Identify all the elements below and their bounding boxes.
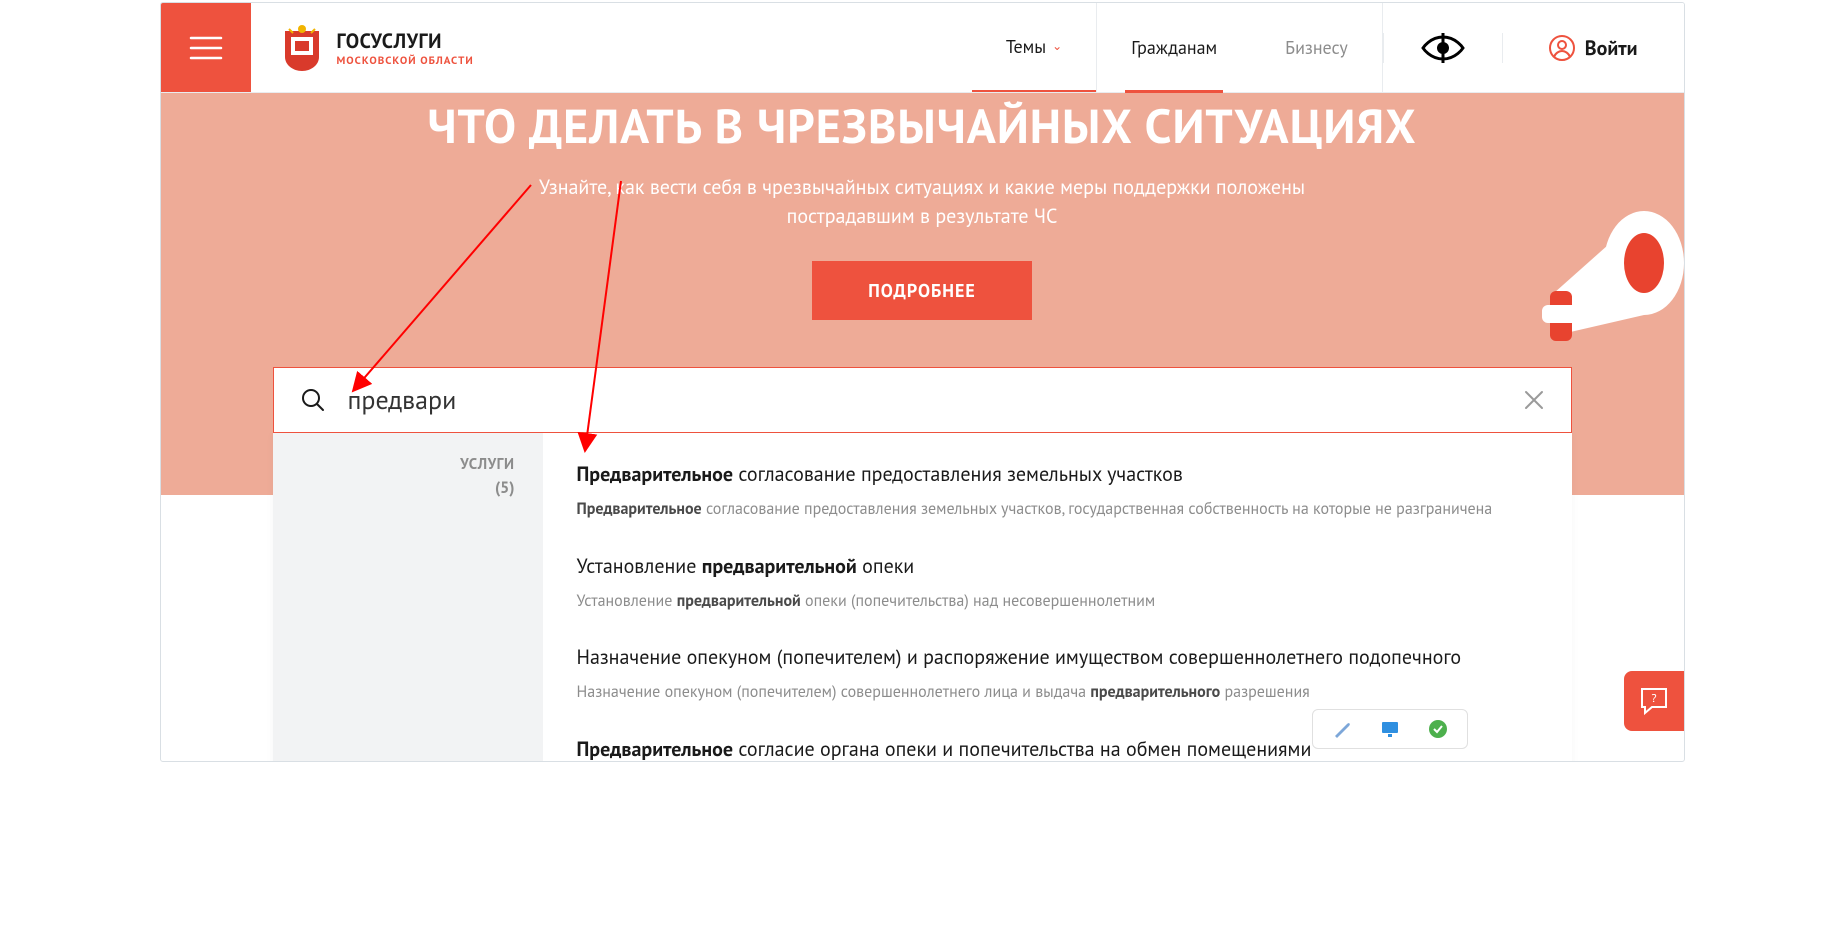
result-item[interactable]: Предварительное согласование предоставле… bbox=[577, 451, 1538, 543]
result-title-text: согласование предоставления земельных уч… bbox=[733, 461, 1183, 487]
result-desc-text: разрешения bbox=[1220, 682, 1310, 702]
nav-citizens-label: Гражданам bbox=[1131, 36, 1217, 59]
hero-subtitle: Узнайте, как вести себя в чрезвычайных с… bbox=[512, 173, 1332, 231]
result-title-highlight: Предварительное bbox=[577, 461, 733, 487]
close-icon[interactable] bbox=[1523, 389, 1545, 411]
menu-button[interactable] bbox=[161, 3, 251, 92]
result-title-text: Установление bbox=[577, 553, 702, 579]
monitor-icon[interactable] bbox=[1379, 718, 1401, 740]
nav-themes-label: Темы bbox=[1006, 35, 1046, 58]
search-panel bbox=[273, 367, 1572, 433]
eye-icon bbox=[1421, 33, 1465, 63]
result-desc-text: Назначение опекуном (попечителем) соверш… bbox=[577, 682, 1091, 702]
results-count: (5) bbox=[301, 478, 515, 498]
site-subtitle: МОСКОВСКОЙ ОБЛАСТИ bbox=[337, 54, 474, 68]
search-input[interactable] bbox=[326, 384, 1523, 417]
feather-icon[interactable] bbox=[1331, 718, 1353, 740]
results-sidebar: УСЛУГИ (5) bbox=[273, 431, 543, 762]
result-desc-text: опеки (попечительства) над несовершеннол… bbox=[801, 591, 1155, 611]
result-desc-text: согласование предоставления земельных уч… bbox=[702, 499, 1493, 519]
header: ГОСУСЛУГИ МОСКОВСКОЙ ОБЛАСТИ Темы ⌄ Граж… bbox=[161, 3, 1684, 93]
site-title: ГОСУСЛУГИ bbox=[337, 28, 474, 54]
logo[interactable]: ГОСУСЛУГИ МОСКОВСКОЙ ОБЛАСТИ bbox=[251, 3, 474, 92]
result-desc-highlight: предварительного bbox=[1090, 682, 1220, 702]
nav-themes[interactable]: Темы ⌄ bbox=[972, 3, 1096, 92]
chat-icon: ? bbox=[1638, 685, 1670, 717]
svg-text:?: ? bbox=[1651, 691, 1656, 706]
hero-cta-button[interactable]: ПОДРОБНЕЕ bbox=[812, 261, 1032, 320]
hero-title: ЧТО ДЕЛАТЬ В ЧРЕЗВЫЧАЙНЫХ СИТУАЦИЯХ bbox=[161, 101, 1684, 151]
results-category: УСЛУГИ bbox=[301, 455, 515, 474]
hamburger-icon bbox=[189, 34, 223, 62]
check-circle-icon[interactable] bbox=[1427, 718, 1449, 740]
nav-business-label: Бизнесу bbox=[1285, 36, 1348, 59]
user-icon bbox=[1549, 35, 1575, 61]
result-desc-highlight: Предварительное bbox=[577, 499, 702, 519]
result-title-text: опеки bbox=[857, 553, 914, 579]
result-title-highlight: Предварительное bbox=[577, 736, 733, 762]
search-icon bbox=[300, 387, 326, 413]
site-title-block: ГОСУСЛУГИ МОСКОВСКОЙ ОБЛАСТИ bbox=[337, 28, 474, 68]
result-title-text: Назначение опекуном (попечителем) и расп… bbox=[577, 644, 1462, 670]
accessibility-button[interactable] bbox=[1383, 33, 1503, 63]
login-label: Войти bbox=[1585, 35, 1638, 61]
megaphone-icon bbox=[1494, 173, 1684, 383]
top-nav: Темы ⌄ Гражданам Бизнесу Войти bbox=[972, 3, 1684, 92]
result-title-text: согласие органа опеки и попечительства н… bbox=[733, 736, 1311, 762]
coat-of-arms-icon bbox=[281, 23, 323, 73]
chat-button[interactable]: ? bbox=[1624, 671, 1684, 731]
result-desc-highlight: предварительной bbox=[677, 591, 801, 611]
result-item[interactable]: Установление предварительной опеки Устан… bbox=[577, 543, 1538, 635]
nav-business[interactable]: Бизнесу bbox=[1251, 3, 1383, 92]
chevron-down-icon: ⌄ bbox=[1052, 39, 1062, 54]
result-title-highlight: предварительной bbox=[702, 553, 857, 579]
login-button[interactable]: Войти bbox=[1503, 35, 1684, 61]
result-desc-text: Установление bbox=[577, 591, 677, 611]
tool-tray bbox=[1312, 709, 1468, 749]
nav-citizens[interactable]: Гражданам bbox=[1096, 3, 1251, 92]
